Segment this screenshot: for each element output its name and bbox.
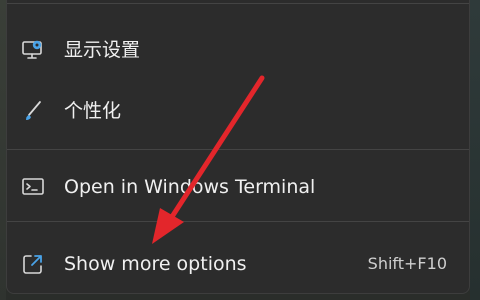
menu-item-open-terminal[interactable]: Open in Windows Terminal: [7, 164, 469, 210]
menu-item-display-settings[interactable]: 显示设置: [7, 27, 469, 73]
menu-item-label: 个性化: [64, 100, 122, 122]
show-more-options-icon: [21, 252, 45, 276]
display-settings-icon: [21, 38, 45, 62]
menu-divider: [7, 149, 469, 150]
desktop-edge-right: [470, 0, 480, 300]
pen-brush-icon: [21, 99, 45, 123]
menu-item-label: Open in Windows Terminal: [64, 176, 316, 198]
menu-item-label: 显示设置: [64, 39, 141, 61]
context-menu: 显示设置 个性化 Open in Windows Terminal Show m…: [6, 0, 470, 294]
terminal-icon: [21, 175, 45, 199]
menu-item-show-more-options[interactable]: Show more options Shift+F10: [7, 241, 469, 287]
menu-divider: [7, 221, 469, 222]
menu-item-label: Show more options: [64, 253, 247, 275]
shortcut-label: Shift+F10: [367, 254, 447, 273]
menu-divider-top: [7, 3, 469, 4]
menu-item-personalize[interactable]: 个性化: [7, 88, 469, 134]
